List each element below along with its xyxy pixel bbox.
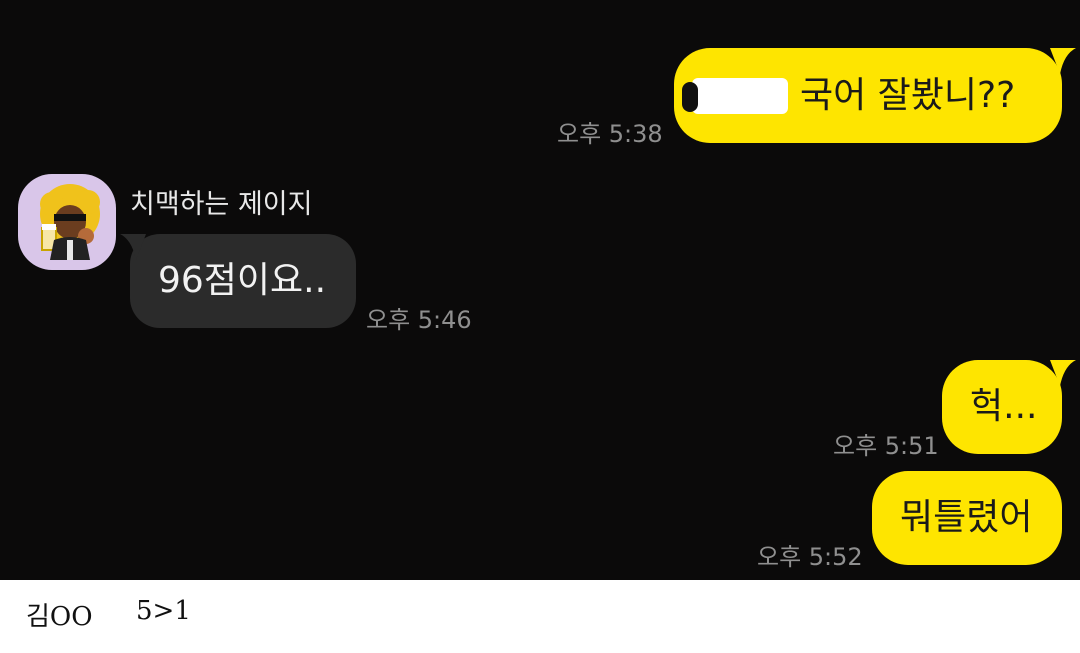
message-timestamp: 오후 5:51 (833, 432, 939, 460)
chat-area[interactable]: 국어 잘봤니?? 오후 5:38 치맥하는 제이지 96점이요.. 오후 5:4… (0, 0, 1080, 580)
redacted-name (682, 77, 788, 114)
sender-name: 치맥하는 제이지 (130, 189, 313, 220)
message-timestamp: 오후 5:38 (557, 120, 663, 148)
their-message-bubble[interactable]: 96점이요.. (130, 234, 356, 328)
message-timestamp: 오후 5:46 (366, 306, 472, 334)
message-timestamp: 오후 5:52 (757, 543, 863, 571)
message-text: 국어 잘봤니?? (800, 74, 1016, 116)
caption-score: 5>1 (136, 596, 191, 626)
bubble-tail-icon (120, 234, 146, 260)
caption-bar: 김OO 5>1 (0, 580, 1080, 653)
contact-avatar[interactable] (18, 174, 116, 270)
message-text: 뭐틀렸어 (900, 497, 1033, 538)
bubble-tail-icon (1050, 360, 1076, 386)
afro-character-beer-icon (40, 184, 100, 260)
my-message-bubble[interactable]: 헉... (942, 360, 1062, 454)
message-text: 헉... (970, 386, 1038, 427)
caption-name: 김OO (26, 602, 93, 632)
my-message-bubble[interactable]: 국어 잘봤니?? (674, 48, 1062, 143)
my-message-bubble[interactable]: 뭐틀렸어 (872, 471, 1062, 565)
bubble-tail-icon (1050, 48, 1076, 74)
message-text: 96점이요.. (158, 260, 327, 301)
